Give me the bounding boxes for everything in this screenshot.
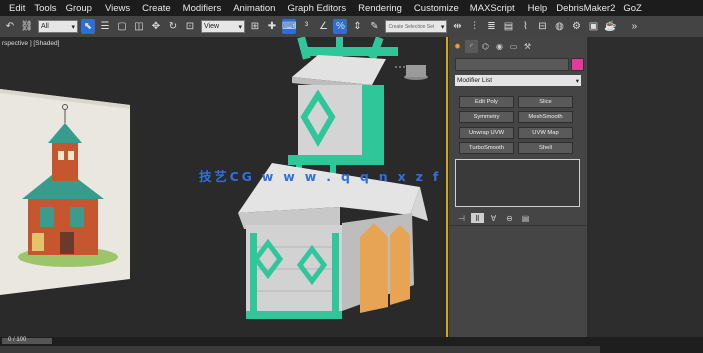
command-panel: ✹ ◜ ⌬ ◉ ▭ ⚒ Modifier List ▾ Edit Poly Sl… xyxy=(449,37,587,337)
unwrap-uvw-button[interactable]: Unwrap UVW xyxy=(459,127,514,139)
remove-modifier-icon[interactable]: ⊖ xyxy=(503,213,516,223)
coord-system-value: View xyxy=(204,23,220,30)
utilities-tab-icon[interactable]: ⚒ xyxy=(521,40,534,53)
spinner-snap-icon[interactable]: ⇕ xyxy=(350,19,364,34)
edit-named-selection-icon[interactable]: ✎ xyxy=(367,19,381,34)
undo-icon[interactable]: ↶ xyxy=(3,19,17,34)
create-tab-icon[interactable]: ✹ xyxy=(451,40,464,53)
select-object-icon[interactable]: ⬉ xyxy=(81,19,95,34)
selection-filter-dropdown[interactable]: All ▾ xyxy=(38,20,78,33)
menu-maxscript[interactable]: MAXScript xyxy=(459,3,515,14)
modifier-list-dropdown[interactable]: Modifier List ▾ xyxy=(455,75,581,86)
menu-bar: Edit Tools Group Views Create Modifiers … xyxy=(0,0,703,16)
stack-toolbar: ⊣ Ⅱ ∀ ⊖ ▤ xyxy=(455,213,535,223)
chevron-down-icon: ▾ xyxy=(440,23,445,31)
right-dark-area xyxy=(587,37,703,337)
hierarchy-tab-icon[interactable]: ⌬ xyxy=(479,40,492,53)
menu-help[interactable]: Help xyxy=(515,3,548,14)
slice-button[interactable]: Slice xyxy=(518,96,573,108)
menu-customize[interactable]: Customize xyxy=(402,3,459,14)
shell-button[interactable]: Shell xyxy=(518,142,573,154)
object-name-field[interactable] xyxy=(455,58,569,71)
curve-editor-icon[interactable]: ⌇ xyxy=(518,19,532,34)
menu-graph-editors[interactable]: Graph Editors xyxy=(275,3,346,14)
keyboard-shortcut-override-icon[interactable]: ⌨ xyxy=(282,19,297,34)
chevron-down-icon: ▾ xyxy=(71,23,75,31)
modify-tab-icon[interactable]: ◜ xyxy=(465,40,478,53)
symmetry-button[interactable]: Symmetry xyxy=(459,111,514,123)
scale-icon[interactable]: ⊡ xyxy=(183,19,197,34)
frame-counter: 0 / 100 xyxy=(8,337,27,343)
object-color-swatch[interactable] xyxy=(571,58,584,71)
uvw-map-button[interactable]: UVW Map xyxy=(518,127,573,139)
rectangular-selection-icon[interactable]: ▢ xyxy=(115,19,129,34)
layer-manager-icon[interactable]: ≣ xyxy=(484,19,498,34)
schematic-view-icon[interactable]: ⊟ xyxy=(535,19,549,34)
expand-icon[interactable]: » xyxy=(627,19,641,34)
align-icon[interactable]: ⫶ xyxy=(467,19,481,34)
command-panel-tabs: ✹ ◜ ⌬ ◉ ▭ ⚒ xyxy=(451,40,535,53)
render-setup-icon[interactable]: ⚙ xyxy=(569,19,583,34)
menu-tools[interactable]: Tools xyxy=(25,3,56,14)
panel-divider xyxy=(449,225,587,226)
perspective-viewport[interactable]: rspective ] [Shaded] xyxy=(0,37,448,337)
reference-image-plane xyxy=(0,89,130,295)
window-crossing-icon[interactable]: ◫ xyxy=(132,19,146,34)
turbosmooth-button[interactable]: TurboSmooth xyxy=(459,142,514,154)
viewport-active-border xyxy=(446,37,448,337)
chevron-down-icon: ▾ xyxy=(575,77,579,85)
percent-snap-icon[interactable]: % xyxy=(333,19,348,34)
viewport-scene xyxy=(0,37,428,319)
menu-debrismaker2[interactable]: DebrisMaker2 xyxy=(547,3,615,14)
timeline: 0 / 100 xyxy=(0,337,703,353)
mirror-icon[interactable]: ⇹ xyxy=(450,19,464,34)
main-toolbar: ↶ ⛓ All ▾ ⬉ ☰ ▢ ◫ ✥ ↻ ⊡ View ▾ ⊞ ✚ ⌨ ³ ∠… xyxy=(0,16,703,38)
menu-goz[interactable]: GoZ xyxy=(615,3,641,14)
menu-views[interactable]: Views xyxy=(92,3,130,14)
angle-snap-icon[interactable]: ∠ xyxy=(316,19,330,34)
move-icon[interactable]: ✥ xyxy=(149,19,163,34)
configure-sets-icon[interactable]: ▤ xyxy=(519,213,532,223)
modifier-stack[interactable] xyxy=(455,159,580,207)
named-selection-dropdown[interactable]: Create Selection Set ▾ xyxy=(385,20,448,33)
graphite-toggle-icon[interactable]: ▤ xyxy=(501,19,515,34)
named-selection-placeholder: Create Selection Set xyxy=(388,23,435,30)
rotate-icon[interactable]: ↻ xyxy=(166,19,180,34)
edit-poly-button[interactable]: Edit Poly xyxy=(459,96,514,108)
show-end-result-icon[interactable]: Ⅱ xyxy=(471,213,484,223)
pin-stack-icon[interactable]: ⊣ xyxy=(455,213,468,223)
rendered-frame-icon[interactable]: ▣ xyxy=(586,19,600,34)
chevron-down-icon: ▾ xyxy=(238,23,242,31)
link-icon[interactable]: ⛓ xyxy=(20,19,34,34)
menu-modifiers[interactable]: Modifiers xyxy=(171,3,222,14)
select-manipulate-icon[interactable]: ✚ xyxy=(265,19,279,34)
meshsmooth-button[interactable]: MeshSmooth xyxy=(518,111,573,123)
reference-coord-dropdown[interactable]: View ▾ xyxy=(201,20,245,33)
make-unique-icon[interactable]: ∀ xyxy=(487,213,500,223)
motion-tab-icon[interactable]: ◉ xyxy=(493,40,506,53)
selection-filter-value: All xyxy=(41,23,49,30)
menu-group[interactable]: Group xyxy=(57,3,92,14)
modifier-list-label: Modifier List xyxy=(457,77,493,84)
menu-rendering[interactable]: Rendering xyxy=(346,3,402,14)
select-by-name-icon[interactable]: ☰ xyxy=(98,19,112,34)
snaps-toggle-icon[interactable]: ³ xyxy=(299,19,313,34)
menu-create[interactable]: Create xyxy=(130,3,171,14)
render-icon[interactable]: ☕ xyxy=(603,19,617,34)
track-bar[interactable] xyxy=(0,346,600,353)
menu-animation[interactable]: Animation xyxy=(221,3,275,14)
material-editor-icon[interactable]: ◍ xyxy=(552,19,566,34)
menu-edit[interactable]: Edit xyxy=(0,3,25,14)
pivot-center-icon[interactable]: ⊞ xyxy=(248,19,262,34)
display-tab-icon[interactable]: ▭ xyxy=(507,40,520,53)
